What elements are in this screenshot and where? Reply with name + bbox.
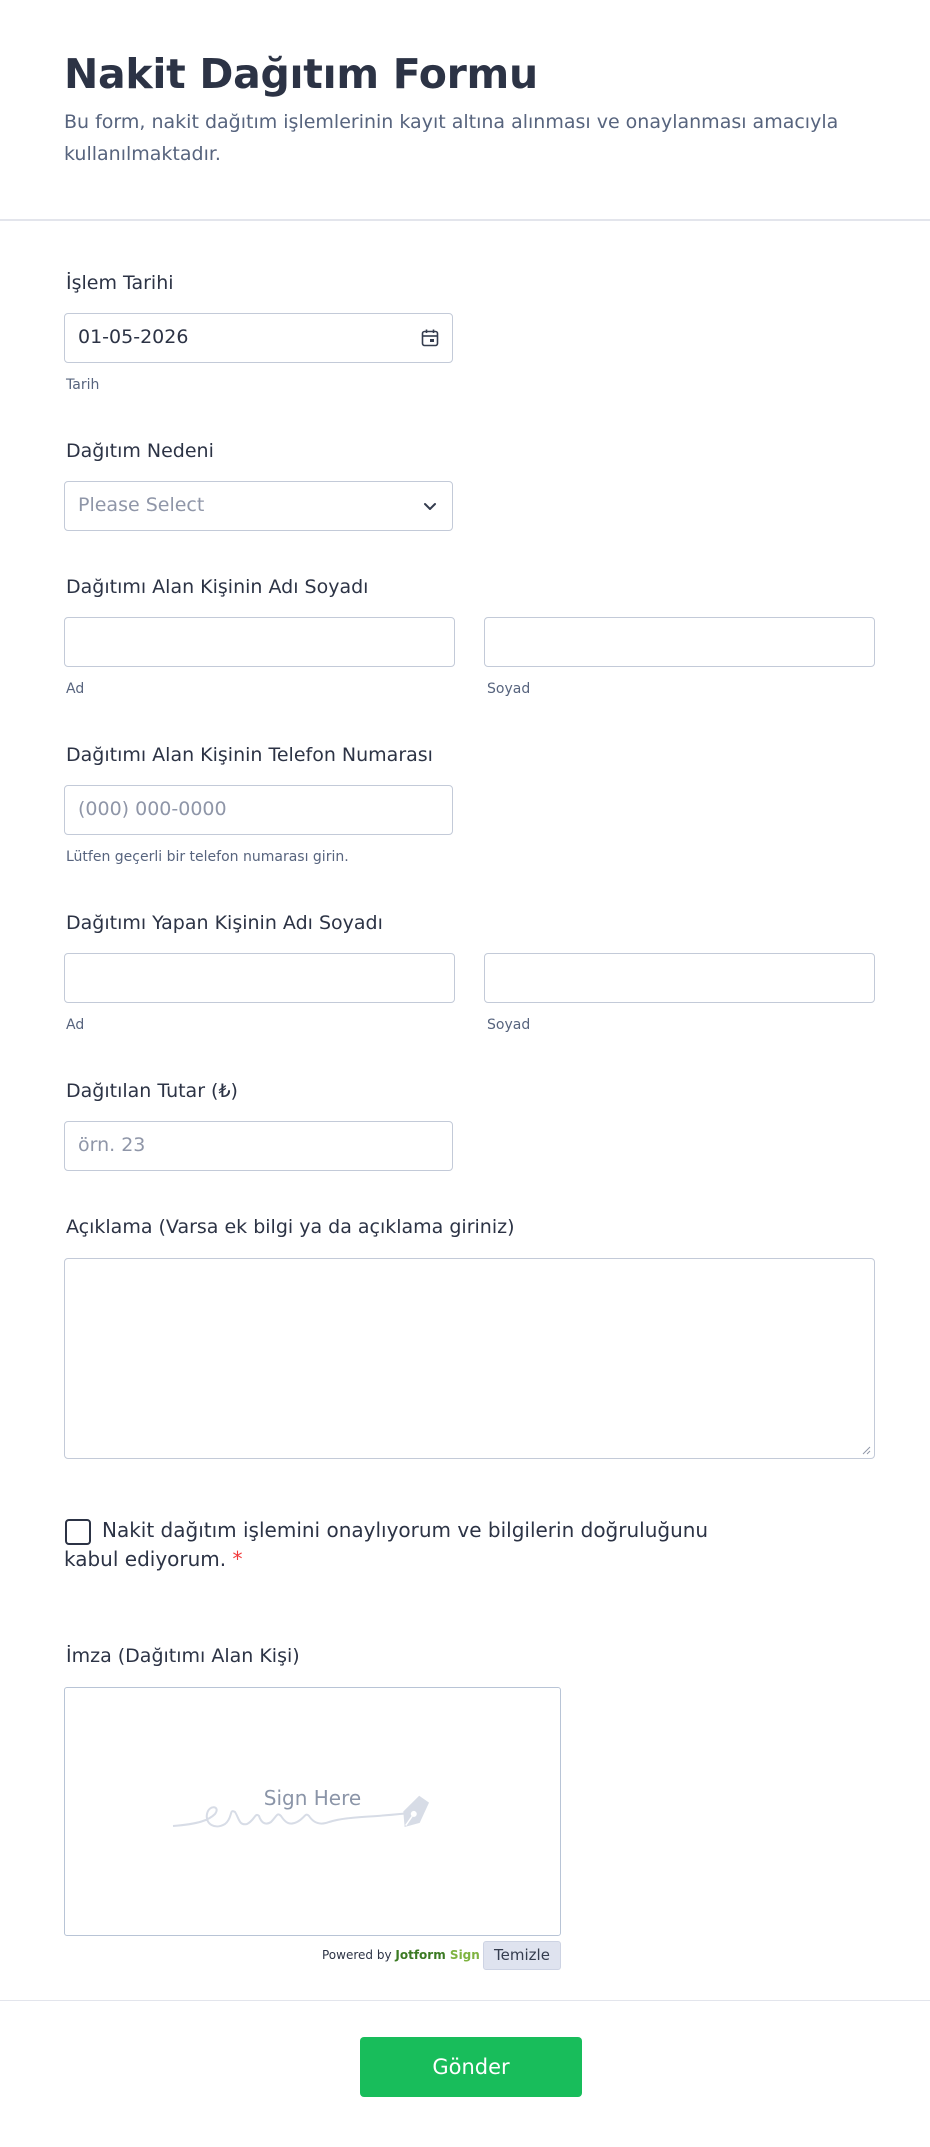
distributor-name-label: Dağıtımı Yapan Kişinin Adı Soyadı bbox=[66, 912, 383, 934]
recipient-last-name-input[interactable] bbox=[484, 617, 875, 667]
brand-sub: Sign bbox=[449, 1948, 480, 1962]
phone-sublabel: Lütfen geçerli bir telefon numarası giri… bbox=[66, 849, 349, 865]
date-input[interactable]: 01-05-2026 bbox=[64, 313, 453, 363]
recipient-first-name-input[interactable] bbox=[64, 617, 455, 667]
recipient-last-name-sublabel: Soyad bbox=[487, 681, 531, 697]
date-value: 01-05-2026 bbox=[78, 326, 189, 348]
reason-placeholder: Please Select bbox=[78, 494, 205, 516]
amount-placeholder: örn. 23 bbox=[78, 1134, 146, 1156]
form-title: Nakit Dağıtım Formu bbox=[64, 50, 538, 98]
consent-label[interactable]: Nakit dağıtım işlemini onaylıyorum ve bi… bbox=[64, 1516, 744, 1574]
distributor-last-name-sublabel: Soyad bbox=[487, 1017, 531, 1033]
form-description: Bu form, nakit dağıtım işlemlerinin kayı… bbox=[64, 111, 839, 165]
clear-signature-button[interactable]: Temizle bbox=[483, 1941, 561, 1970]
reason-label: Dağıtım Nedeni bbox=[66, 440, 214, 462]
recipient-phone-input[interactable]: (000) 000-0000 bbox=[64, 785, 453, 835]
brand-main: Jotform bbox=[395, 1948, 446, 1962]
submit-button[interactable]: Gönder bbox=[360, 2037, 582, 2097]
resize-handle-icon[interactable] bbox=[861, 1445, 871, 1455]
footer-divider bbox=[0, 2000, 930, 2001]
required-mark: * bbox=[232, 1547, 243, 1571]
description-label: Açıklama (Varsa ek bilgi ya da açıklama … bbox=[66, 1216, 515, 1238]
distributor-first-name-input[interactable] bbox=[64, 953, 455, 1003]
chevron-down-icon bbox=[424, 503, 436, 510]
reason-select[interactable]: Please Select bbox=[64, 481, 453, 531]
description-textarea[interactable] bbox=[64, 1258, 875, 1459]
recipient-first-name-sublabel: Ad bbox=[66, 681, 85, 697]
sign-here-prompt: Sign Here bbox=[263, 1786, 362, 1810]
date-sublabel: Tarih bbox=[66, 377, 100, 393]
amount-input[interactable]: örn. 23 bbox=[64, 1121, 453, 1171]
distributor-first-name-sublabel: Ad bbox=[66, 1017, 85, 1033]
jotform-sign-logo: Jotform Sign bbox=[395, 1948, 479, 1962]
date-label: İşlem Tarihi bbox=[66, 272, 174, 294]
signature-pad[interactable]: Sign Here bbox=[64, 1687, 561, 1936]
amount-label: Dağıtılan Tutar (₺) bbox=[66, 1080, 238, 1102]
recipient-name-label: Dağıtımı Alan Kişinin Adı Soyadı bbox=[66, 576, 369, 598]
signature-label: İmza (Dağıtımı Alan Kişi) bbox=[66, 1645, 300, 1667]
form-header: Nakit Dağıtım Formu Bu form, nakit dağıt… bbox=[0, 0, 930, 221]
calendar-icon[interactable] bbox=[420, 328, 440, 348]
phone-placeholder: (000) 000-0000 bbox=[78, 798, 227, 820]
consent-text: Nakit dağıtım işlemini onaylıyorum ve bi… bbox=[64, 1518, 709, 1571]
distributor-last-name-input[interactable] bbox=[484, 953, 875, 1003]
recipient-phone-label: Dağıtımı Alan Kişinin Telefon Numarası bbox=[66, 744, 433, 766]
powered-by-text: Powered by bbox=[322, 1948, 392, 1962]
powered-by: Powered by Jotform Sign bbox=[322, 1948, 480, 1962]
